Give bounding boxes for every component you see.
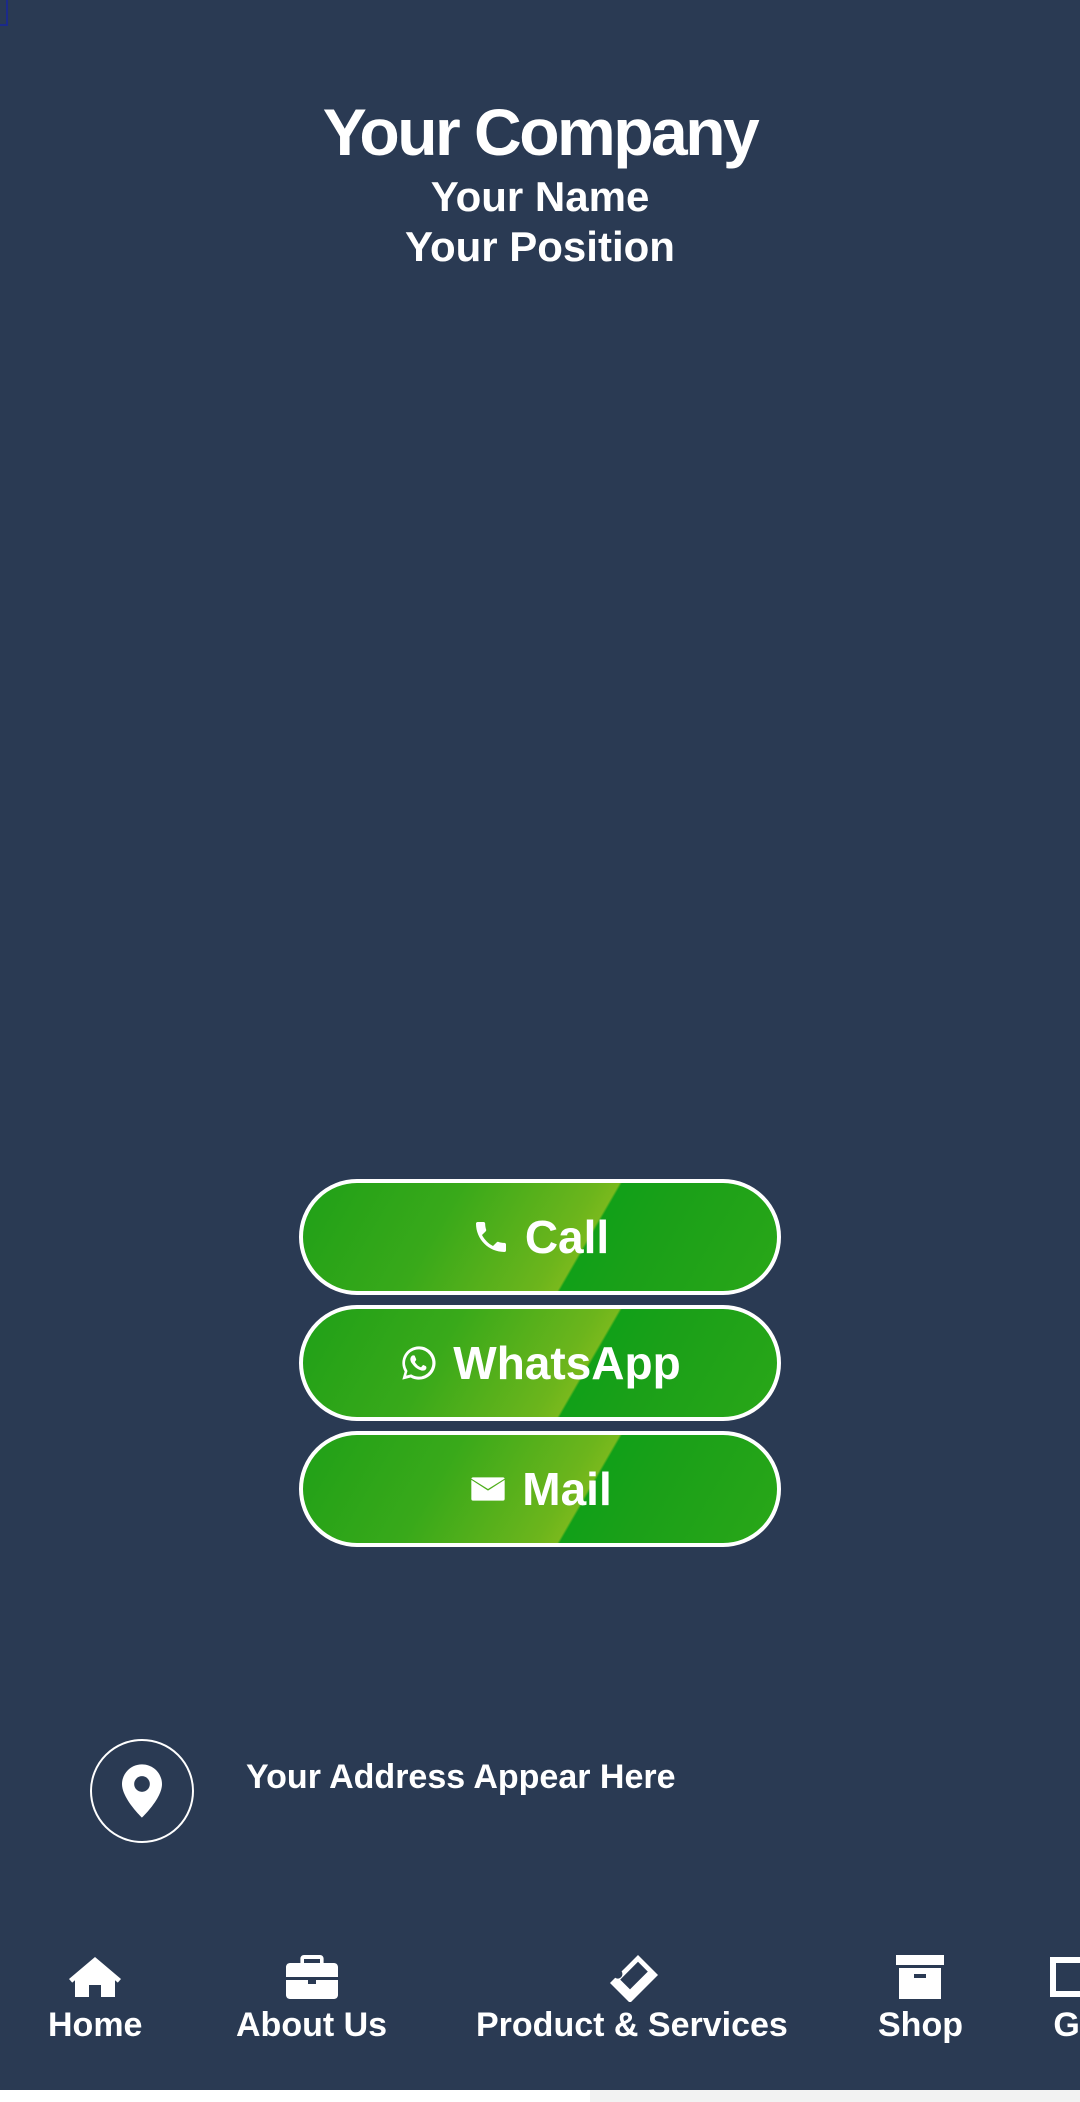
- phone-icon: [475, 1222, 506, 1252]
- mail-button[interactable]: Mail: [299, 1431, 781, 1547]
- nav-item-about-us[interactable]: About Us: [236, 1952, 387, 2045]
- archive-icon: [896, 1955, 945, 1999]
- company-name: Your Company: [322, 95, 760, 169]
- nav-item-home[interactable]: Home: [48, 1952, 142, 2045]
- profile-header: Your Company Your Name Your Position: [0, 92, 1080, 272]
- bottom-divider-segment: [590, 2090, 1080, 2102]
- envelope-icon: [471, 1477, 505, 1501]
- nav-label-product-services: Product & Services: [476, 2006, 788, 2044]
- address-row[interactable]: Your Address Appear Here: [90, 1739, 676, 1843]
- person-position: Your Position: [405, 223, 675, 270]
- bottom-divider: [0, 2090, 1080, 2102]
- address-icon-circle: [90, 1739, 194, 1843]
- nav-label-shop: Shop: [878, 2006, 963, 2044]
- briefcase-icon: [285, 1955, 338, 1999]
- nav-label-about-us: About Us: [236, 2006, 388, 2044]
- corner-marker: [0, 0, 8, 26]
- whatsapp-button[interactable]: WhatsApp: [299, 1305, 781, 1421]
- map-pin-icon: [122, 1764, 162, 1818]
- home-icon: [69, 1957, 122, 1997]
- nav-item-gallery[interactable]: Ga: [1048, 1952, 1080, 2045]
- nav-label-home: Home: [48, 2006, 143, 2044]
- call-button-label: Call: [524, 1211, 610, 1263]
- contact-actions: Call WhatsApp Mail: [299, 1179, 781, 1557]
- nav-label-gallery: Ga: [1053, 2006, 1080, 2044]
- gallery-icon: [1050, 1957, 1080, 1997]
- person-name: Your Name: [430, 173, 650, 220]
- address-text: Your Address Appear Here: [246, 1757, 676, 1796]
- mail-button-label: Mail: [522, 1463, 612, 1515]
- nav-item-shop[interactable]: Shop: [878, 1952, 963, 2045]
- ticket-icon: [609, 1955, 658, 2002]
- bottom-navigation: Home About Us Product & Services Shop Ga: [0, 1952, 1080, 2102]
- call-button[interactable]: Call: [299, 1179, 781, 1295]
- whatsapp-icon: [402, 1346, 436, 1380]
- whatsapp-button-label: WhatsApp: [453, 1337, 681, 1389]
- nav-item-product-services[interactable]: Product & Services: [476, 1952, 788, 2045]
